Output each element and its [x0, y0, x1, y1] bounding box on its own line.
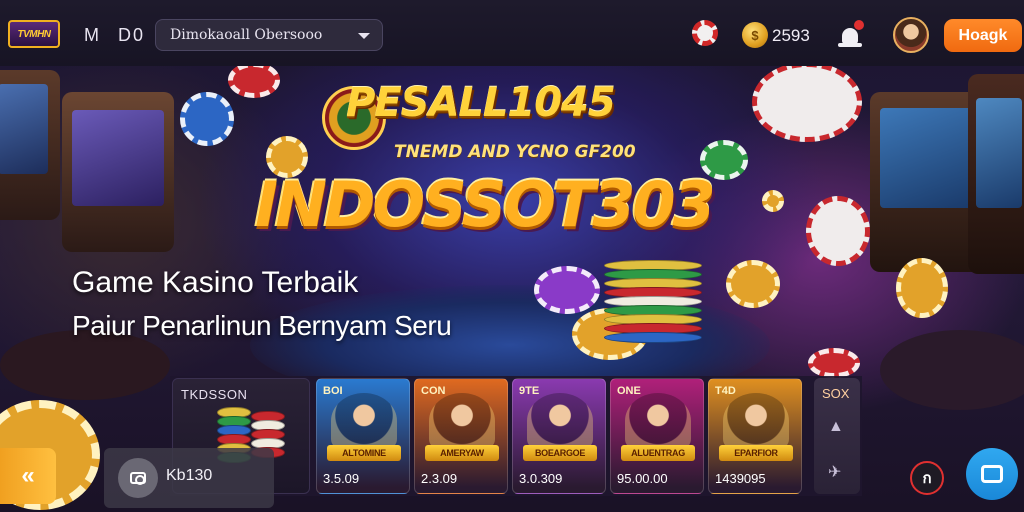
game-card-value: 2.3.09: [421, 471, 458, 486]
game-card-tag: T4D: [715, 385, 736, 397]
coin-symbol: $: [751, 27, 759, 43]
game-card-art: [331, 393, 397, 449]
game-card-tag: CON: [421, 385, 446, 397]
game-card-art: [625, 393, 691, 449]
game-card[interactable]: BOI ALTOMINE 3.5.09: [316, 378, 410, 494]
chevron-down-icon: [358, 33, 370, 39]
jackpot-label: TKDSSON: [181, 387, 248, 402]
balance-amount: 2593: [772, 26, 810, 45]
game-card[interactable]: T4D EPARFIOR 1439095: [708, 378, 802, 494]
game-card-art: [429, 393, 495, 449]
top-bar: [0, 0, 1024, 66]
camera-icon: [130, 472, 146, 485]
nav-item-d[interactable]: D0: [118, 25, 145, 46]
game-card-title: AMERYAW: [425, 445, 499, 461]
slot-machine-left-2: [62, 92, 174, 252]
game-card[interactable]: 9TE BOEARGOE 3.0.309: [512, 378, 606, 494]
chevron-up-icon: ▲: [828, 418, 844, 435]
game-card-tag: 9TE: [519, 385, 540, 397]
game-card-title: BOEARGOE: [523, 445, 597, 461]
slot-machine-left-1: [0, 70, 60, 220]
game-card-value: 3.0.309: [519, 471, 563, 486]
record-button[interactable]: ก: [910, 461, 944, 495]
chat-window-icon: [981, 465, 1003, 483]
logo-text: TVMHN: [17, 28, 51, 40]
game-card-title: EPARFIOR: [719, 445, 793, 461]
login-button[interactable]: Hoagk: [944, 19, 1022, 52]
game-card-art: [723, 393, 789, 449]
game-card-tag: BOI: [323, 385, 343, 397]
more-games-card[interactable]: SOX ▲ ✈: [814, 378, 860, 494]
nav-item-m[interactable]: M: [84, 25, 99, 46]
game-card-value: 1439095: [715, 471, 766, 486]
game-card-value: 95.00.00: [617, 471, 668, 486]
record-label: ก: [922, 470, 932, 487]
double-chevron-left-icon: «: [21, 462, 35, 489]
avatar[interactable]: [893, 17, 929, 53]
coin-icon: $: [742, 22, 768, 48]
more-games-label: SOX: [822, 386, 850, 401]
game-card[interactable]: ONE ALUENTRAG 95.00.00: [610, 378, 704, 494]
hero-title: Game Kasino Terbaik: [72, 266, 359, 299]
slot-machine-right-2: [968, 74, 1024, 274]
game-card-title: ALUENTRAG: [621, 445, 695, 461]
slot-machine-right-1: [870, 92, 982, 272]
brand-sub-text: TNEMD AND YCNO GF200: [394, 142, 636, 162]
game-card-value: 3.5.09: [323, 471, 360, 486]
plane-icon: ✈: [828, 464, 842, 481]
back-button[interactable]: «: [0, 448, 56, 504]
brand-top-text: PESALL1045: [346, 80, 616, 126]
game-card-tag: ONE: [617, 385, 641, 397]
site-logo[interactable]: TVMHN: [8, 20, 60, 48]
hero-subtitle: Paiur Penarlinun Bernyam Seru: [72, 310, 452, 341]
chat-button[interactable]: [966, 448, 1018, 500]
poker-chip-icon[interactable]: [692, 20, 718, 46]
language-select-value: Dimokaoall Obersooo: [170, 27, 323, 43]
language-select[interactable]: Dimokaoall Obersooo: [155, 19, 383, 51]
search-input-value[interactable]: Kb130: [166, 467, 212, 485]
notification-dot: [854, 20, 864, 30]
bell-icon[interactable]: [838, 20, 864, 48]
chip-decoration: [896, 258, 948, 318]
camera-button[interactable]: [118, 458, 158, 498]
brand-main-text: INDOSSOT303: [255, 168, 716, 241]
game-card-art: [527, 393, 593, 449]
game-card-title: ALTOMINE: [327, 445, 401, 461]
game-card[interactable]: CON AMERYAW 2.3.09: [414, 378, 508, 494]
